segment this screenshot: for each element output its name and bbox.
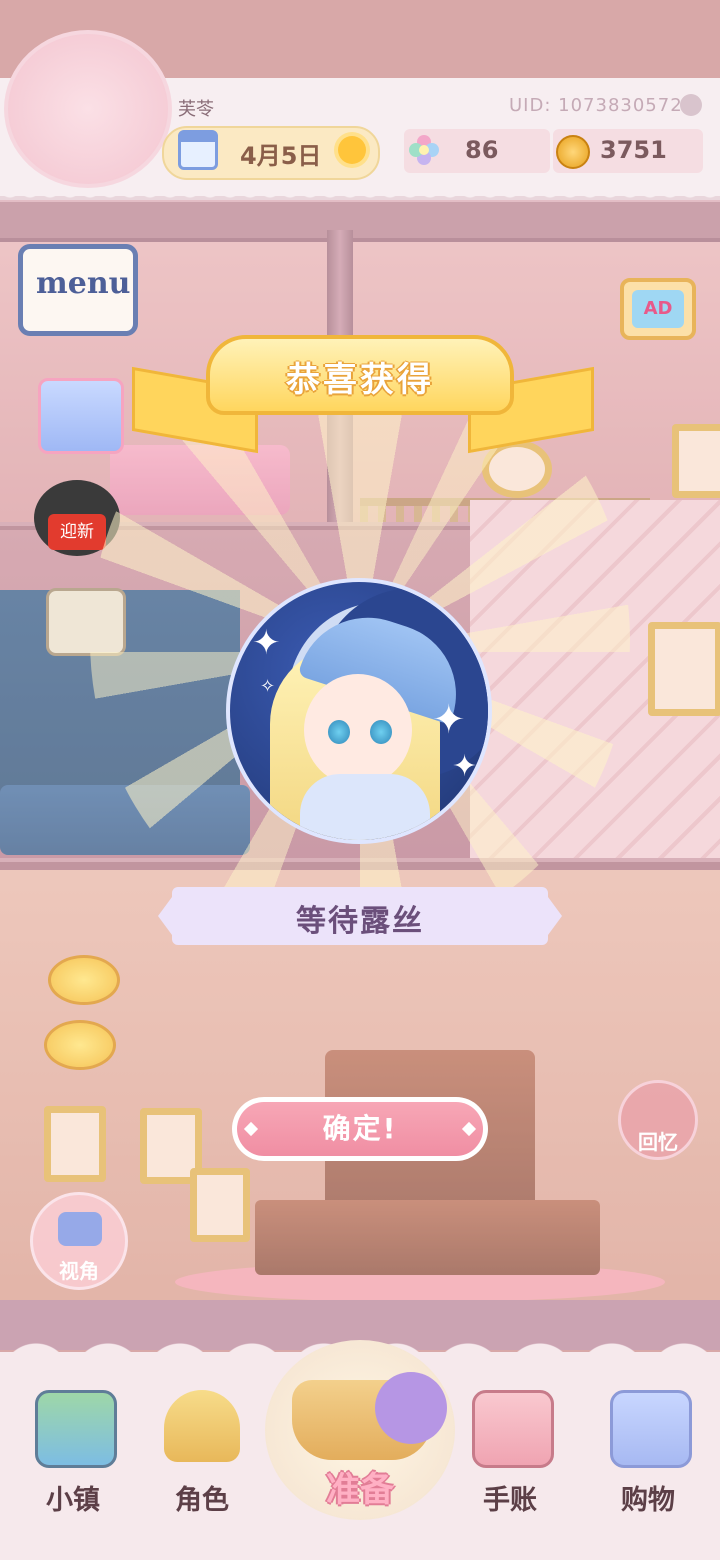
current-date: 4月5日 bbox=[240, 142, 322, 170]
character-eye bbox=[370, 720, 392, 744]
player-name: 芙苓 bbox=[178, 99, 214, 120]
sparkle-icon: ✧ bbox=[260, 676, 276, 697]
ad-label: AD bbox=[632, 290, 684, 328]
memory-label: 回忆 bbox=[638, 1130, 678, 1154]
nav-label: 手账 bbox=[483, 1485, 537, 1516]
nav-label: 小镇 bbox=[46, 1485, 100, 1516]
confirm-button[interactable]: 确定! bbox=[232, 1097, 488, 1161]
calendar-icon bbox=[178, 130, 218, 170]
congrats-title: 恭喜获得 bbox=[286, 360, 434, 400]
confirm-label: 确定! bbox=[237, 1102, 483, 1156]
top-bar-edge bbox=[0, 188, 720, 204]
sparkle-icon: ✦ bbox=[432, 697, 466, 743]
sparkle-icon: ✦ bbox=[452, 749, 478, 784]
character-icon bbox=[164, 1390, 240, 1462]
player-avatar[interactable] bbox=[4, 30, 172, 188]
nav-label-prepare: 准备 bbox=[326, 1470, 394, 1510]
character-eye bbox=[328, 720, 350, 744]
nav-label: 购物 bbox=[621, 1485, 675, 1516]
camera-icon bbox=[58, 1212, 102, 1246]
character-face bbox=[304, 674, 412, 786]
nav-item-shopping[interactable]: 购物 bbox=[588, 1372, 708, 1532]
menu-label: menu bbox=[36, 266, 131, 301]
sun-icon bbox=[338, 136, 366, 164]
map-icon bbox=[35, 1390, 117, 1468]
coin-icon bbox=[556, 135, 590, 169]
gem-count: 86 bbox=[465, 136, 499, 164]
shopping-bag-icon bbox=[610, 1390, 692, 1468]
view-angle-label: 视角 bbox=[59, 1259, 99, 1283]
flower-gem-icon bbox=[409, 135, 439, 165]
reward-item-name: 等待露丝 bbox=[296, 904, 424, 939]
game-screen: 芙苓 UID: 1073830572 4月5日 86 3751 menu 迎新 … bbox=[0, 0, 720, 1560]
hat-icon bbox=[375, 1372, 447, 1444]
journal-icon bbox=[472, 1390, 554, 1468]
nav-item-journal[interactable]: 手账 bbox=[450, 1372, 570, 1532]
nav-item-character[interactable]: 角色 bbox=[142, 1372, 262, 1532]
newyear-label: 迎新 bbox=[48, 514, 106, 550]
character-robe bbox=[300, 774, 430, 840]
copy-icon[interactable] bbox=[680, 94, 702, 116]
reward-portrait: ✦ ✦ ✦ ✧ bbox=[226, 578, 492, 844]
nav-item-town[interactable]: 小镇 bbox=[13, 1372, 133, 1532]
nav-label: 角色 bbox=[175, 1485, 229, 1516]
coin-count: 3751 bbox=[600, 136, 667, 164]
sparkle-icon: ✦ bbox=[252, 623, 281, 663]
gift-icon[interactable] bbox=[38, 378, 124, 454]
player-uid: UID: 1073830572 bbox=[509, 95, 683, 116]
